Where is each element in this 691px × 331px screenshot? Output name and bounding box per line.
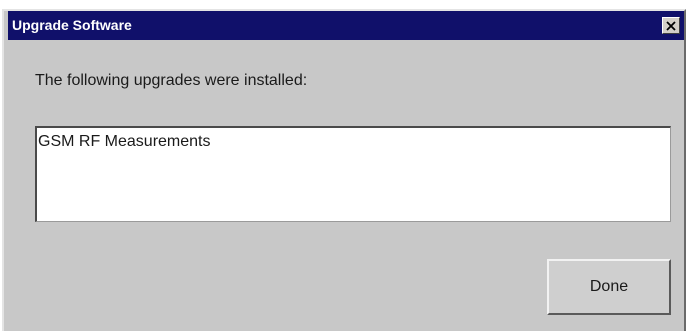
upgrade-software-dialog: Upgrade Software The following upgrades …	[2, 9, 686, 331]
done-button[interactable]: Done	[547, 259, 671, 315]
title-bar: Upgrade Software	[8, 11, 684, 40]
close-button[interactable]	[662, 17, 680, 34]
installed-upgrades-list[interactable]: GSM RF Measurements	[35, 126, 671, 222]
list-item[interactable]: GSM RF Measurements	[38, 133, 210, 151]
upgrades-message: The following upgrades were installed:	[35, 72, 308, 89]
dialog-title: Upgrade Software	[12, 17, 132, 33]
close-x-icon	[666, 20, 676, 31]
